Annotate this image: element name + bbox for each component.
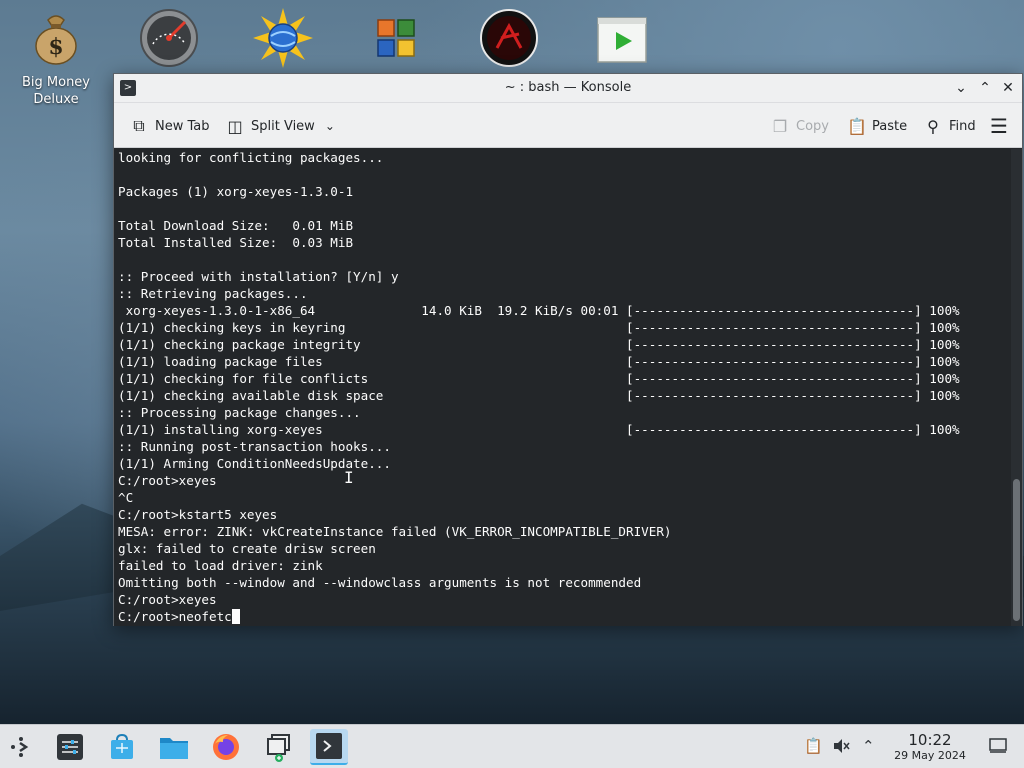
desktop-icon-label: Big Money Deluxe	[21, 75, 90, 107]
taskbar-discover-button[interactable]	[103, 729, 141, 765]
store-bag-icon	[111, 733, 133, 759]
terminal-line: C:/root>xeyes	[118, 473, 217, 488]
volume-muted-icon[interactable]	[832, 737, 850, 759]
taskbar-firefox-button[interactable]	[207, 729, 245, 765]
taskbar: 📋 ⌃ 10:22 29 May 2024	[0, 724, 1024, 768]
clock-time: 10:22	[908, 731, 952, 749]
terminal-line: :: Running post-transaction hooks...	[118, 439, 391, 454]
copy-button[interactable]: ❐ Copy	[771, 114, 829, 138]
minimize-button[interactable]: ⌄	[950, 77, 972, 99]
terminal-line: C:/root>xeyes	[118, 592, 217, 607]
gauge-icon	[139, 8, 199, 68]
terminal-line: Total Download Size: 0.01 MiB	[118, 218, 354, 233]
chevron-down-icon[interactable]: ⌄	[325, 119, 335, 133]
firefox-icon	[213, 734, 239, 760]
chevron-up-icon: ⌃	[979, 80, 991, 96]
hamburger-menu-icon: ☰	[990, 114, 1008, 138]
split-view-label: Split View	[251, 118, 315, 134]
launcher-icon	[11, 737, 29, 757]
desktop-icon-sun-globe[interactable]	[243, 0, 323, 68]
play-window-icon	[592, 8, 652, 68]
konsole-window[interactable]: > ~ : bash — Konsole ⌄ ⌃ ✕ ⧉ New Tab ◫ S…	[113, 73, 1023, 626]
new-tab-label: New Tab	[155, 118, 210, 134]
terminal-line: (1/1) checking package integrity [------…	[118, 337, 960, 352]
ibeam-cursor-icon: I	[344, 468, 354, 487]
terminal-line: :: Retrieving packages...	[118, 286, 308, 301]
split-view-icon: ◫	[227, 116, 243, 136]
money-bag-icon: $	[26, 8, 86, 68]
taskbar-settings-button[interactable]	[51, 729, 89, 765]
terminal-line: :: Processing package changes...	[118, 405, 361, 420]
taskbar-konsole-button[interactable]	[310, 729, 348, 765]
terminal-scrollbar[interactable]	[1011, 149, 1022, 626]
hamburger-menu-button[interactable]: ☰	[990, 114, 1008, 138]
title-bar[interactable]: > ~ : bash — Konsole ⌄ ⌃ ✕	[114, 74, 1022, 103]
terminal-line: Omitting both --window and --windowclass…	[118, 575, 642, 590]
maximize-button[interactable]: ⌃	[974, 77, 996, 99]
office-squares-icon	[366, 8, 426, 68]
sun-globe-icon	[253, 8, 313, 68]
search-icon: ⚲	[927, 116, 939, 136]
copy-label: Copy	[796, 118, 829, 134]
terminal-line: Total Installed Size: 0.03 MiB	[118, 235, 354, 250]
terminal-line: (1/1) checking for file conflicts [-----…	[118, 371, 960, 386]
terminal-line: ^C	[118, 490, 134, 505]
application-launcher-button[interactable]	[2, 729, 40, 765]
desktop-icon-red-orb[interactable]	[469, 0, 549, 68]
desktop-icon-play-window[interactable]	[582, 0, 662, 68]
terminal-line: (1/1) checking keys in keyring [--------…	[118, 320, 960, 335]
text-cursor	[231, 609, 240, 624]
terminal-line: Packages (1) xorg-xeyes-1.3.0-1	[118, 184, 354, 199]
new-tab-icon: ⧉	[133, 116, 145, 135]
find-label: Find	[949, 118, 976, 134]
clock-date: 29 May 2024	[894, 749, 966, 762]
terminal-icon	[316, 733, 342, 759]
terminal-line: (1/1) loading package files [-----------…	[118, 354, 960, 369]
terminal-line: (1/1) Arming ConditionNeedsUpdate...	[118, 456, 391, 471]
paste-button[interactable]: 📋 Paste	[847, 114, 907, 138]
terminal-line: failed to load driver: zink	[118, 558, 323, 573]
terminal-line: :: Proceed with installation? [Y/n] y	[118, 269, 399, 284]
red-orb-icon	[479, 8, 539, 68]
taskbar-window-switcher-button[interactable]	[259, 729, 297, 765]
chevron-down-icon: ⌄	[955, 80, 967, 96]
windows-stack-icon	[267, 734, 290, 762]
copy-icon: ❐	[772, 116, 788, 136]
show-desktop-button[interactable]	[989, 738, 1007, 758]
clipboard-icon: 📋	[847, 116, 867, 136]
paste-label: Paste	[872, 118, 908, 134]
terminal-line: MESA: error: ZINK: vkCreateInstance fail…	[118, 524, 672, 539]
terminal-line: (1/1) installing xorg-xeyes [-----------…	[118, 422, 960, 437]
new-tab-button[interactable]: ⧉ New Tab	[130, 114, 210, 138]
window-title: ~ : bash — Konsole	[504, 80, 632, 95]
terminal-line: looking for conflicting packages...	[118, 150, 384, 165]
find-button[interactable]: ⚲ Find	[924, 114, 976, 138]
desktop-icon-office[interactable]	[356, 0, 436, 68]
chevron-up-icon[interactable]: ⌃	[862, 737, 875, 755]
close-icon: ✕	[1002, 80, 1014, 96]
terminal-line: (1/1) checking available disk space [---…	[118, 388, 960, 403]
terminal-line: glx: failed to create drisw screen	[118, 541, 376, 556]
split-view-button[interactable]: ◫ Split View ⌄	[226, 114, 335, 138]
scrollbar-thumb[interactable]	[1013, 479, 1020, 621]
folder-icon	[160, 738, 188, 759]
clock[interactable]: 10:22 29 May 2024	[882, 731, 978, 763]
desktop-icon-big-money[interactable]: $ Big Money Deluxe	[16, 0, 96, 108]
show-desktop-icon	[989, 738, 1007, 753]
terminal-prompt-input[interactable]: C:/root>neofetc	[118, 609, 232, 624]
terminal-prompt-line[interactable]: C:/root>neofetc	[118, 608, 1012, 625]
taskbar-file-manager-button[interactable]	[155, 729, 193, 765]
toolbar: ⧉ New Tab ◫ Split View ⌄ ❐ Copy 📋 Paste …	[114, 103, 1022, 148]
close-button[interactable]: ✕	[997, 77, 1019, 99]
terminal-line: xorg-xeyes-1.3.0-1-x86_64 14.0 KiB 19.2 …	[118, 303, 960, 318]
terminal-output[interactable]: looking for conflicting packages... Pack…	[114, 149, 1012, 626]
desktop-icon-gauge[interactable]	[129, 0, 209, 68]
settings-sliders-icon	[57, 734, 83, 760]
clipboard-tray-icon[interactable]: 📋	[804, 737, 823, 755]
svg-text:$: $	[48, 34, 63, 60]
terminal-line: C:/root>kstart5 xeyes	[118, 507, 278, 522]
